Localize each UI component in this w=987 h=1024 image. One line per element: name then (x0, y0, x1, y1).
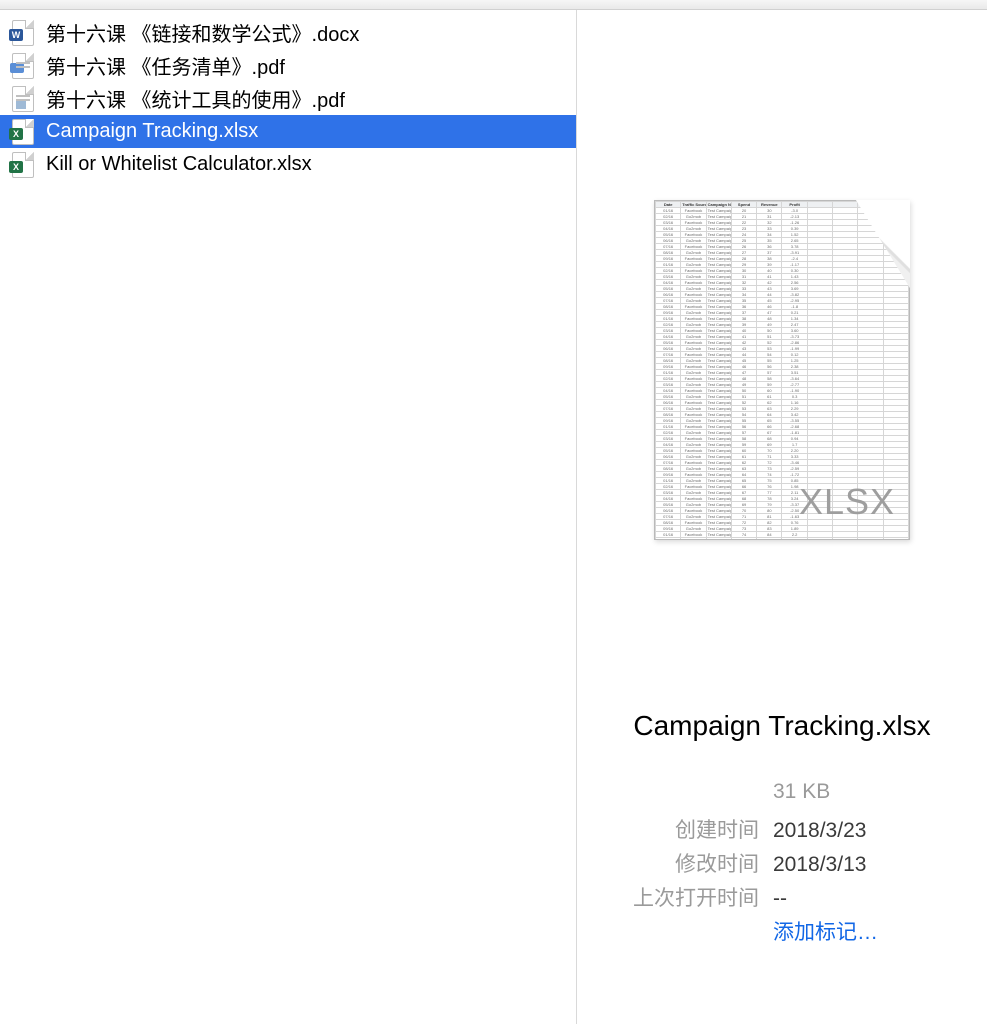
file-row[interactable]: 第十六课 《链接和数学公式》.docx (0, 16, 576, 49)
file-row[interactable]: Kill or Whitelist Calculator.xlsx (0, 148, 576, 181)
file-name-label: Campaign Tracking.xlsx (46, 120, 258, 143)
file-row[interactable]: 第十六课 《统计工具的使用》.pdf (0, 82, 576, 115)
file-metadata: 31 KB 创建时间 2018/3/23 修改时间 2018/3/13 上次打开… (577, 780, 987, 950)
file-row[interactable]: Campaign Tracking.xlsx (0, 115, 576, 148)
file-list: 第十六课 《链接和数学公式》.docx 第十六课 《任务清单》.pdf 第十六课 《… (0, 10, 576, 181)
pdf-document-icon (10, 86, 36, 112)
file-list-pane: 第十六课 《链接和数学公式》.docx 第十六课 《任务清单》.pdf 第十六课 《… (0, 10, 577, 1024)
file-row[interactable]: 第十六课 《任务清单》.pdf (0, 49, 576, 82)
thumb-header-cell: Campaign Name (706, 202, 731, 208)
preview-filename: Campaign Tracking.xlsx (625, 710, 938, 742)
pdf-preview-icon (10, 53, 36, 79)
file-name-label: 第十六课 《链接和数学公式》.docx (46, 18, 359, 47)
excel-document-icon (10, 119, 36, 145)
file-type-badge: XLSX (799, 481, 895, 523)
excel-document-icon (10, 152, 36, 178)
add-tags-link[interactable]: 添加标记… (773, 916, 878, 946)
file-thumbnail[interactable]: DateTraffic SourceCampaign NameSpendReve… (654, 200, 910, 540)
created-label: 创建时间 (577, 814, 773, 844)
file-name-label: Kill or Whitelist Calculator.xlsx (46, 153, 312, 176)
preview-pane: DateTraffic SourceCampaign NameSpendReve… (577, 10, 987, 1024)
created-value: 2018/3/23 (773, 819, 866, 843)
word-document-icon (10, 20, 36, 46)
modified-label: 修改时间 (577, 848, 773, 878)
last-opened-label: 上次打开时间 (577, 882, 773, 912)
window-titlebar (0, 0, 987, 10)
modified-value: 2018/3/13 (773, 853, 866, 877)
last-opened-value: -- (773, 887, 787, 911)
thumb-header-cell: Traffic Source (681, 202, 706, 208)
main-content: 第十六课 《链接和数学公式》.docx 第十六课 《任务清单》.pdf 第十六课 《… (0, 10, 987, 1024)
file-size-value: 31 KB (773, 780, 830, 804)
file-name-label: 第十六课 《统计工具的使用》.pdf (46, 84, 345, 113)
file-name-label: 第十六课 《任务清单》.pdf (46, 51, 285, 80)
